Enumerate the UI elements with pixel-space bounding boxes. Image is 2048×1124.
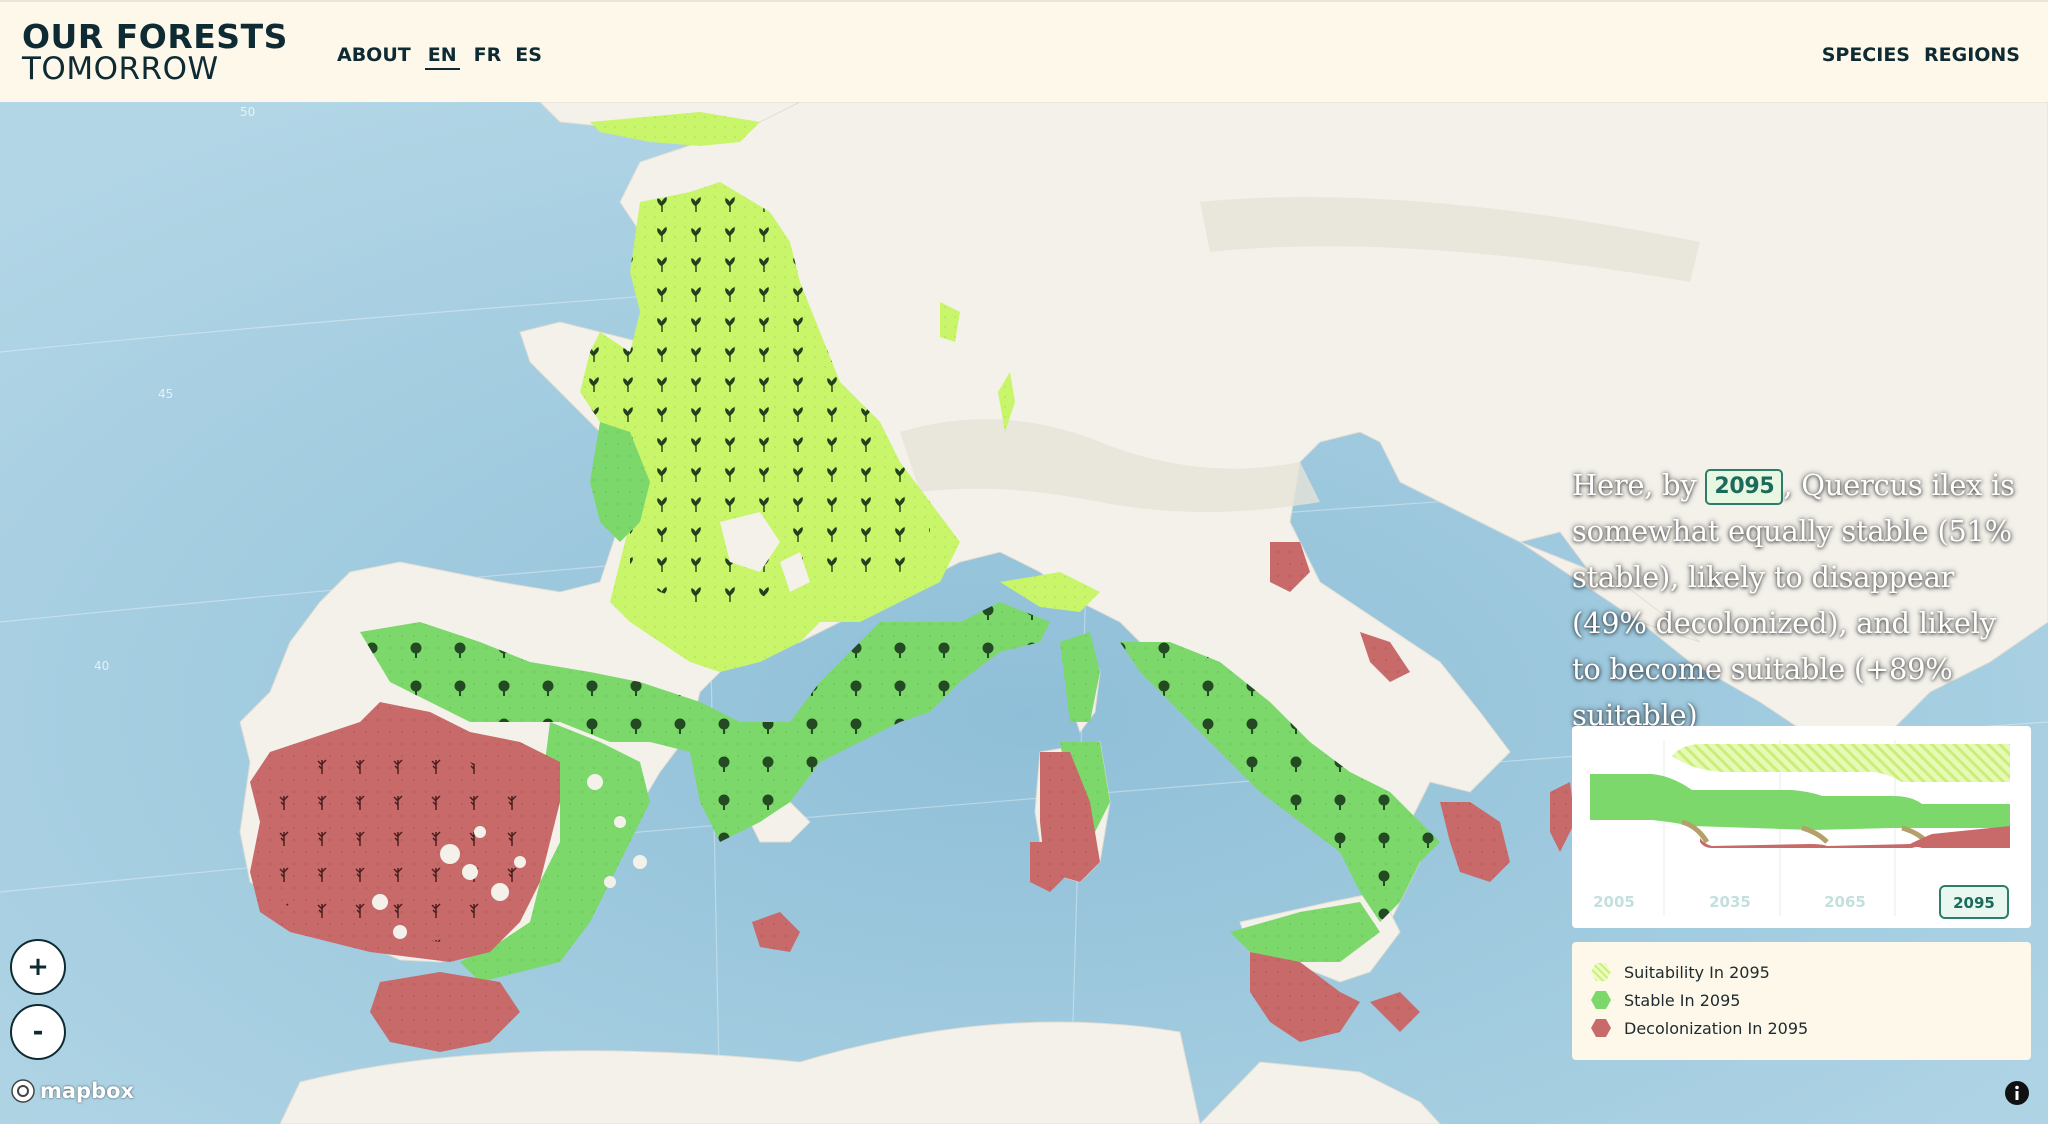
mapbox-wordmark: mapbox (40, 1079, 135, 1103)
legend-item-decolonization: Decolonization In 2095 (1590, 1014, 2031, 1042)
zoom-out-button[interactable]: - (10, 1004, 66, 1060)
nav-about[interactable]: ABOUT (337, 44, 411, 70)
suitability-stream (1672, 744, 2010, 782)
graticule-label-50: 50 (240, 105, 255, 119)
legend-item-suitability: Suitability In 2095 (1590, 958, 2031, 986)
legend-label-suitability: Suitability In 2095 (1624, 962, 1770, 982)
nav-left: ABOUT EN FR ES (337, 44, 542, 70)
decolonization-stream (1700, 826, 2010, 848)
stable-hexagon-icon (1591, 991, 1611, 1009)
year-2095-label: 2095 (1953, 894, 1995, 912)
map-legend: Suitability In 2095 Stable In 2095 Decol… (1572, 942, 2031, 1060)
decolonization-hexagon-icon (1591, 1019, 1611, 1037)
zoom-in-button[interactable]: + (10, 939, 66, 995)
nav-lang-fr[interactable]: FR (474, 44, 502, 70)
suitability-hatch-icon (1591, 963, 1611, 981)
legend-label-stable: Stable In 2095 (1624, 990, 1741, 1010)
nav-lang-en[interactable]: EN (424, 44, 460, 70)
graticule-label-40: 40 (94, 659, 109, 673)
narrative-body: , Quercus ilex is somewhat equally stabl… (1572, 468, 2015, 732)
narrative-prefix: Here, by (1572, 468, 1697, 502)
nav-right: SPECIES REGIONS (1822, 44, 2020, 66)
nav-species[interactable]: SPECIES (1822, 44, 1910, 66)
narrative-text: Here, by 2095, Quercus ilex is somewhat … (1572, 462, 2032, 738)
legend-label-decolonization: Decolonization In 2095 (1624, 1018, 1809, 1038)
info-icon[interactable] (2004, 1080, 2030, 1106)
year-2035-label: 2035 (1709, 893, 1751, 911)
site-logo[interactable]: OUR FORESTS TOMORROW (22, 20, 288, 85)
timeline-chart[interactable]: 2005 2035 2065 2095 (1572, 726, 2031, 928)
site-header: OUR FORESTS TOMORROW ABOUT EN FR ES SPEC… (0, 0, 2048, 102)
mapbox-logo-icon (11, 1079, 35, 1103)
year-2065-label: 2065 (1824, 893, 1866, 911)
nav-regions[interactable]: REGIONS (1924, 44, 2020, 66)
narrative-year-badge: 2095 (1705, 469, 1784, 505)
mapbox-attribution[interactable]: mapbox (10, 1078, 134, 1104)
stable-stream (1590, 774, 2010, 830)
year-2005-label: 2005 (1593, 893, 1635, 911)
legend-item-stable: Stable In 2095 (1590, 986, 2031, 1014)
nav-lang-es[interactable]: ES (515, 44, 542, 70)
graticule-label-45: 45 (158, 387, 173, 401)
logo-line-2: TOMORROW (22, 51, 219, 87)
logo-line-1: OUR FORESTS (22, 17, 288, 56)
